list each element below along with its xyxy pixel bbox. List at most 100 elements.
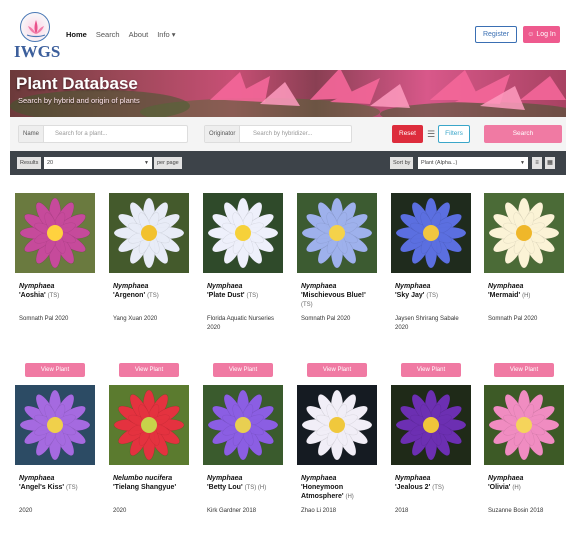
plant-name: Nymphaea 'Argenon' (TS) — [113, 282, 191, 301]
login-button[interactable]: ☺ Log In — [523, 26, 560, 43]
plant-name: Nymphaea 'Angel's Kiss' (TS) — [19, 474, 97, 493]
name-field-label: Name — [19, 126, 45, 142]
plant-photo[interactable] — [109, 193, 189, 273]
user-icon: ☺ — [527, 31, 537, 38]
sort-select[interactable]: Plant (Alpha...) ▼ — [418, 157, 528, 169]
view-plant-button[interactable]: View Plant — [401, 363, 461, 377]
search-button[interactable]: Search — [484, 125, 562, 143]
originator-search-input[interactable]: Search by hybridizer... — [253, 126, 312, 142]
plant-name: Nymphaea 'Plate Dust' (TS) — [207, 282, 285, 301]
nav-info[interactable]: Info ▾ — [157, 30, 175, 39]
flower-image — [391, 385, 471, 465]
nav-home[interactable]: Home — [66, 30, 87, 39]
plant-photo[interactable] — [109, 385, 189, 465]
plant-cultivar: 'Tielang Shangyue' — [113, 484, 177, 491]
view-plant-button[interactable]: View Plant — [307, 363, 367, 377]
plant-hybridizer: Florida Aquatic Nurseries 2020 — [207, 316, 275, 331]
plant-name: Nymphaea 'Olivia' (H) — [488, 474, 566, 493]
plant-code: (TS) — [66, 485, 78, 491]
plant-cultivar: 'Aoshia' — [19, 292, 46, 299]
plant-photo[interactable] — [297, 193, 377, 273]
plant-genus: Nymphaea — [301, 283, 337, 290]
plant-photo[interactable] — [15, 193, 95, 273]
originator-field-label: Originator — [205, 126, 241, 142]
login-label: Log In — [536, 31, 556, 38]
plant-genus: Nymphaea — [19, 475, 55, 482]
list-layout-icon[interactable]: ≡ — [532, 157, 542, 169]
plant-hybridizer: Suzanne Bosin 2018 — [488, 508, 544, 514]
nav-search[interactable]: Search — [96, 30, 120, 39]
name-search-field[interactable]: Name Search for a plant... — [18, 125, 188, 143]
plant-code: (TS) — [147, 293, 159, 299]
plant-hybridizer: Somnath Pal 2020 — [19, 316, 69, 322]
results-label: Results — [17, 157, 42, 169]
name-search-input[interactable]: Search for a plant... — [55, 126, 107, 142]
nav-about[interactable]: About — [129, 30, 149, 39]
plant-code: (TS) — [47, 293, 60, 299]
plant-photo[interactable] — [203, 385, 283, 465]
plant-cultivar: 'Plate Dust' — [207, 292, 245, 299]
site-logo[interactable]: IWGS — [14, 12, 61, 66]
plant-name: Nymphaea 'Aoshia' (TS) — [19, 282, 97, 301]
plant-hybridizer: 2020 — [113, 508, 127, 514]
plant-genus: Nymphaea — [395, 475, 431, 482]
logo-text: IWGS — [14, 42, 61, 61]
sort-value: Plant (Alpha...) — [421, 160, 458, 166]
plant-photo[interactable] — [484, 385, 564, 465]
plant-genus: Nymphaea — [19, 283, 55, 290]
flower-image — [109, 385, 189, 465]
filters-button[interactable]: Filters — [438, 125, 470, 143]
grid-layout-icon[interactable]: ▦ — [545, 157, 555, 169]
plant-code: (H) — [345, 494, 354, 500]
plant-cultivar: 'Honeymoon Atmosphere' — [301, 484, 344, 500]
plant-hybridizer: Yang Xuan 2020 — [113, 316, 158, 322]
hero-banner: Plant Database Search by hybrid and orig… — [10, 70, 566, 117]
plant-name: Nelumbo nucifera 'Tielang Shangyue' — [113, 474, 191, 493]
flower-image — [203, 193, 283, 273]
view-plant-button[interactable]: View Plant — [494, 363, 554, 377]
sort-label: Sort by — [390, 157, 414, 169]
reset-button[interactable]: Reset — [392, 125, 423, 143]
plant-photo[interactable] — [484, 193, 564, 273]
plant-code: (H) — [522, 293, 531, 299]
plant-code: (TS) — [426, 293, 439, 299]
plant-code: (TS) (H) — [244, 485, 267, 491]
plant-photo[interactable] — [203, 193, 283, 273]
plant-photo[interactable] — [391, 193, 471, 273]
view-plant-button[interactable]: View Plant — [119, 363, 179, 377]
originator-search-field[interactable]: Originator Search by hybridizer... — [204, 125, 352, 143]
plant-photo[interactable] — [15, 385, 95, 465]
plant-hybridizer: Jaysen Shrirang Sabale 2020 — [395, 316, 459, 331]
flower-image — [391, 193, 471, 273]
plant-name: Nymphaea 'Sky Jay' (TS) — [395, 282, 473, 301]
plant-cultivar: 'Betty Lou' — [207, 484, 243, 491]
list-view-icon[interactable]: ☰ — [427, 128, 437, 140]
plant-genus: Nymphaea — [301, 475, 337, 482]
search-bar: Name Search for a plant... Originator Se… — [10, 117, 566, 151]
plant-genus: Nymphaea — [395, 283, 431, 290]
plant-photo[interactable] — [297, 385, 377, 465]
flower-image — [484, 193, 564, 273]
flower-image — [203, 385, 283, 465]
results-per-page-select[interactable]: 20 ▼ — [44, 157, 152, 169]
flower-image — [484, 385, 564, 465]
site-header: IWGS Home Search About Info ▾ Register ☺… — [0, 0, 566, 70]
flower-image — [15, 385, 95, 465]
plant-genus: Nelumbo nucifera — [113, 475, 173, 482]
plant-cultivar: 'Mischievous Blue!' — [301, 292, 366, 299]
register-button[interactable]: Register — [475, 26, 517, 43]
flower-image — [15, 193, 95, 273]
plant-name: Nymphaea 'Honeymoon Atmosphere' (H) — [301, 474, 379, 502]
results-per-page-value: 20 — [47, 160, 54, 166]
plant-genus: Nymphaea — [488, 475, 524, 482]
plant-name: Nymphaea 'Mischievous Blue!' (TS) — [301, 282, 379, 310]
flower-image — [109, 193, 189, 273]
plant-name: Nymphaea 'Betty Lou' (TS) (H) — [207, 474, 285, 493]
plant-code: (TS) — [246, 293, 259, 299]
plant-photo[interactable] — [391, 385, 471, 465]
view-plant-button[interactable]: View Plant — [25, 363, 85, 377]
main-nav: Home Search About Info ▾ — [66, 30, 176, 39]
page-subtitle: Search by hybrid and origin of plants — [18, 96, 140, 105]
view-plant-button[interactable]: View Plant — [213, 363, 273, 377]
plant-cultivar: 'Sky Jay' — [395, 292, 425, 299]
